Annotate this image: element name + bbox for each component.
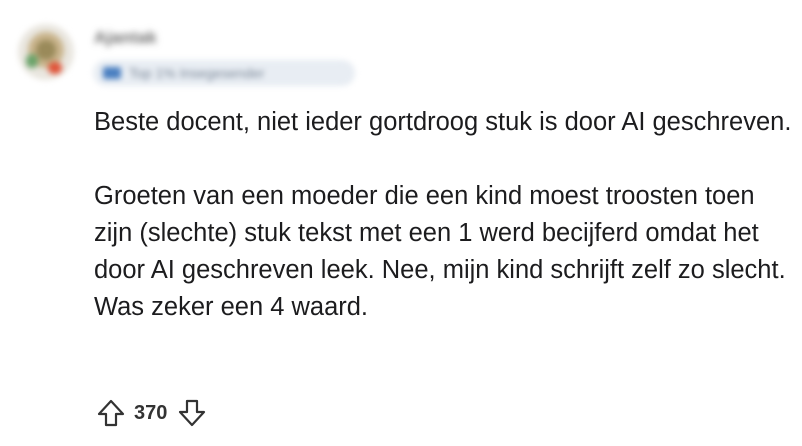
- comment-paragraph: Groeten van een moeder die een kind moes…: [94, 182, 786, 321]
- vote-count: 370: [134, 401, 168, 424]
- arrow-up-outline-icon: [97, 399, 125, 427]
- flair-badge-icon: [103, 67, 121, 79]
- arrow-down-outline-icon: [179, 399, 206, 427]
- comment-body: Beste docent, niet ieder gortdroog stuk …: [94, 104, 794, 326]
- comment-author[interactable]: Ajantak: [94, 28, 157, 48]
- comment: Ajantak Top 1% Insegesender Beste docent…: [0, 0, 802, 446]
- downvote-button[interactable]: [175, 396, 209, 430]
- user-flair: Top 1% Insegesender: [93, 60, 355, 86]
- vote-bar: 370: [94, 394, 209, 432]
- upvote-button[interactable]: [94, 396, 128, 430]
- comment-paragraph: Beste docent, niet ieder gortdroog stuk …: [94, 108, 792, 136]
- avatar[interactable]: [18, 24, 74, 80]
- user-flair-label: Top 1% Insegesender: [129, 65, 265, 81]
